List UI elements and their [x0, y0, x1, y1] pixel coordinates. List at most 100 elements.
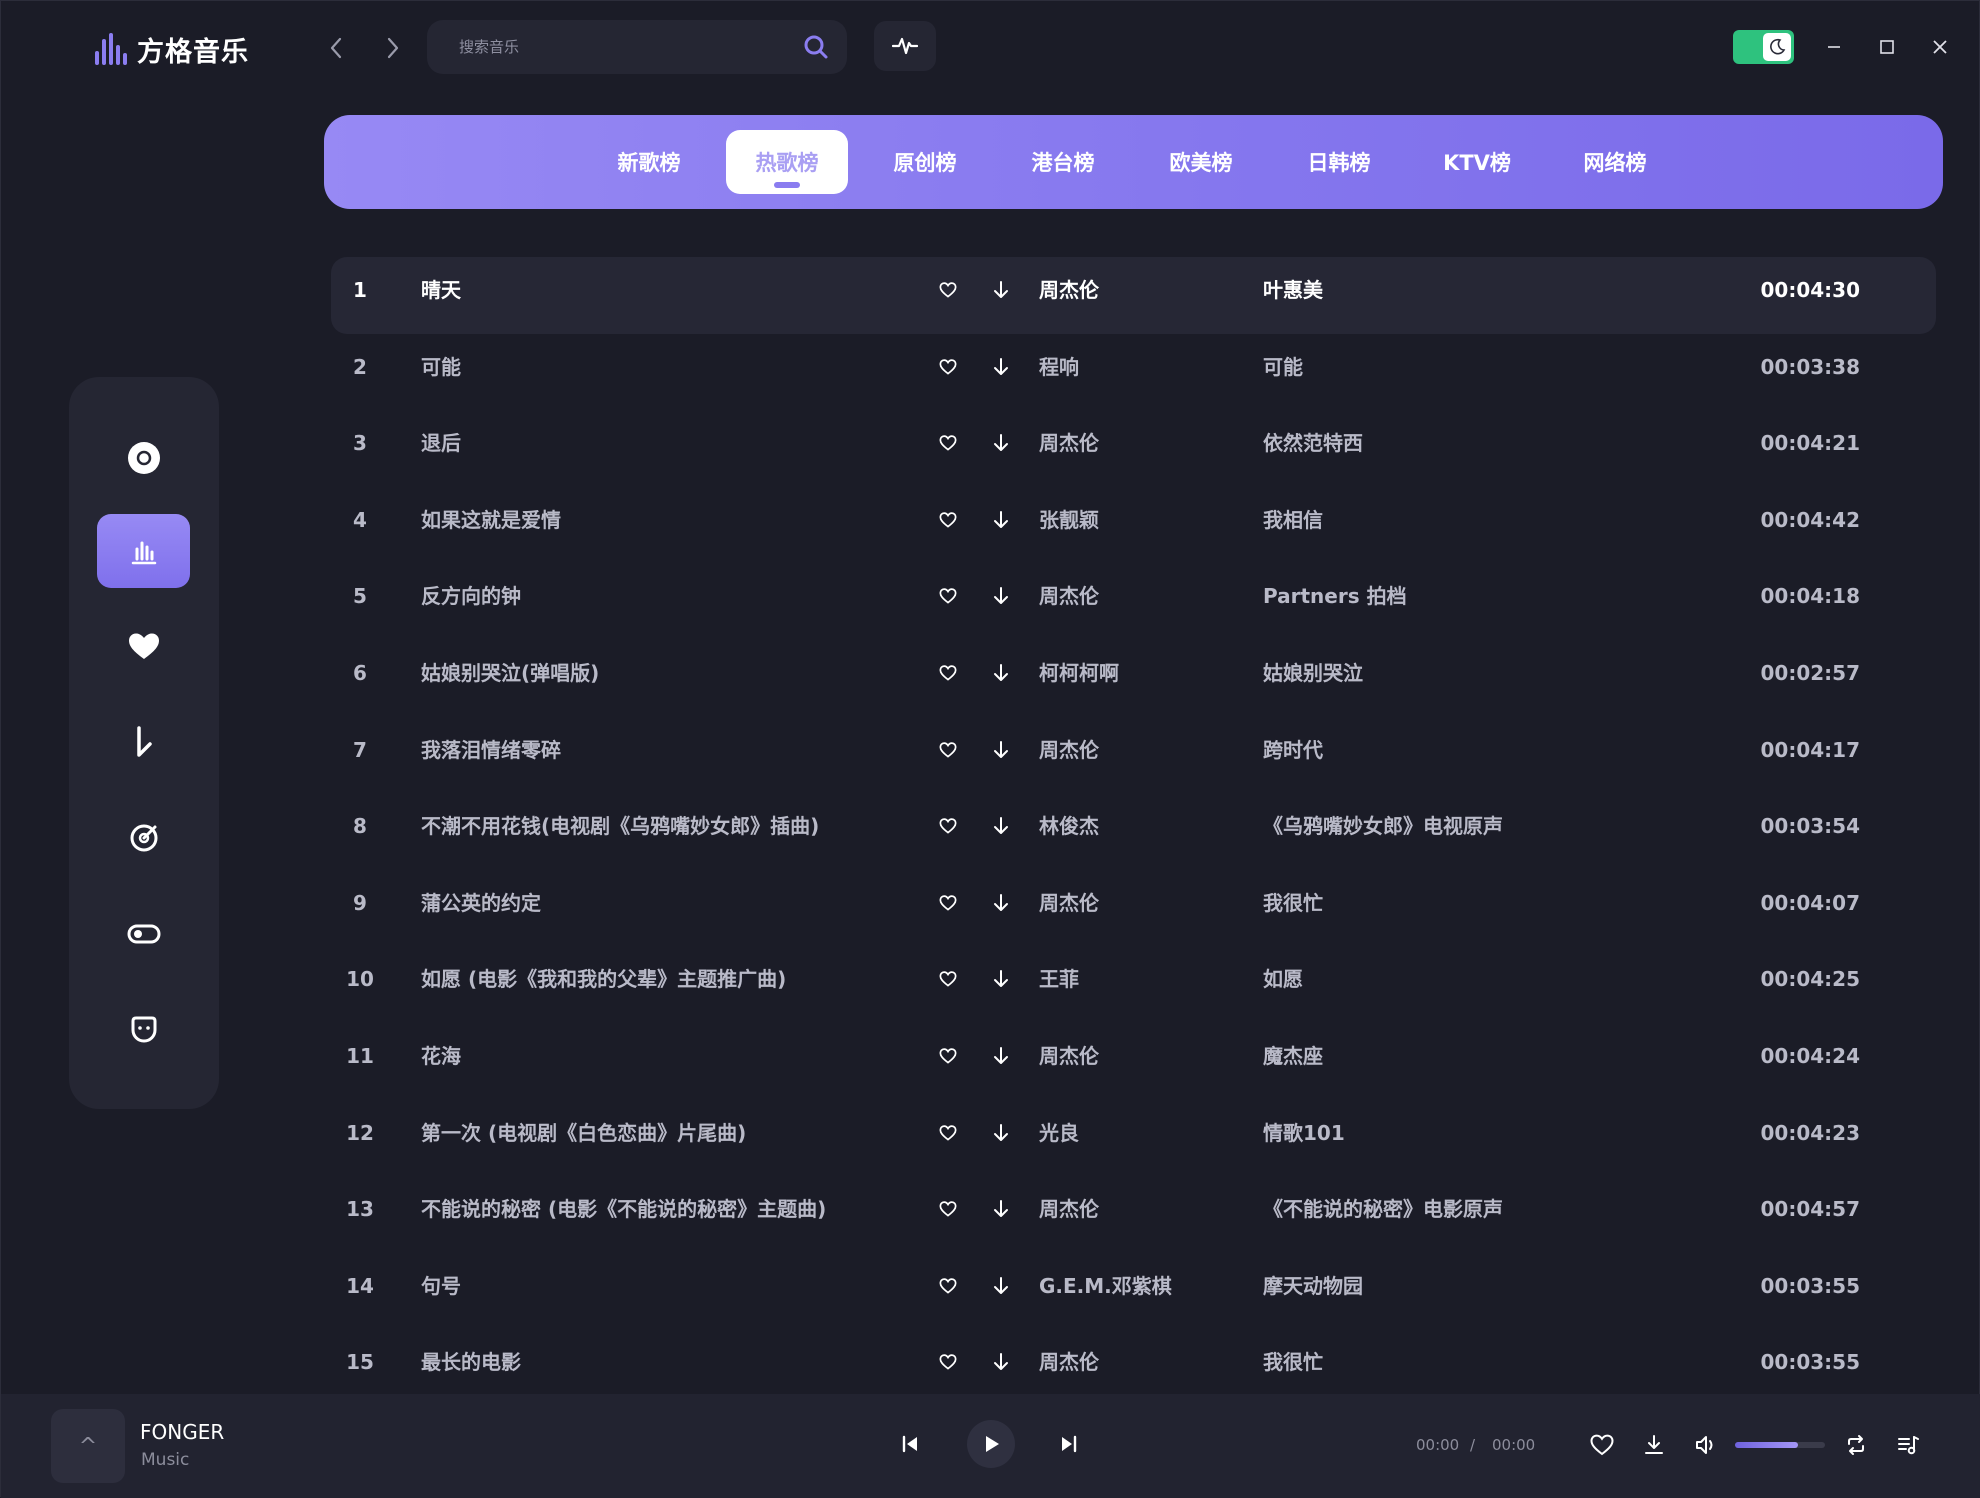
- app-logo[interactable]: 方格音乐: [95, 29, 249, 69]
- song-title[interactable]: 反方向的钟: [421, 563, 521, 629]
- song-title[interactable]: 不潮不用花钱(电视剧《乌鸦嘴妙女郎》插曲): [421, 793, 819, 859]
- like-button[interactable]: [933, 717, 963, 783]
- song-title[interactable]: 姑娘别哭泣(弹唱版): [421, 640, 599, 706]
- download-button[interactable]: [986, 793, 1016, 859]
- sidebar-item-about[interactable]: [97, 993, 190, 1067]
- download-button[interactable]: [986, 257, 1016, 323]
- song-artist[interactable]: G.E.M.邓紫棋: [1039, 1253, 1172, 1319]
- download-button[interactable]: [986, 334, 1016, 400]
- song-row[interactable]: 1 晴天 周杰伦 叶惠美 00:04:30: [331, 257, 1936, 334]
- sidebar-item-radar[interactable]: [97, 801, 190, 875]
- song-title[interactable]: 花海: [421, 1023, 461, 1089]
- song-album[interactable]: 情歌101: [1263, 1100, 1345, 1166]
- song-album[interactable]: 我相信: [1263, 487, 1323, 553]
- song-album[interactable]: 依然范特西: [1263, 410, 1363, 476]
- song-artist[interactable]: 程响: [1039, 334, 1079, 400]
- song-row[interactable]: 14 句号 G.E.M.邓紫棋 摩天动物园 00:03:55: [331, 1253, 1936, 1330]
- like-current-button[interactable]: [1587, 1430, 1617, 1460]
- playlist-button[interactable]: [1894, 1430, 1924, 1460]
- song-row[interactable]: 3 退后 周杰伦 依然范特西 00:04:21: [331, 410, 1936, 487]
- song-title[interactable]: 我落泪情绪零碎: [421, 717, 561, 783]
- song-artist[interactable]: 林俊杰: [1039, 793, 1099, 859]
- song-title[interactable]: 不能说的秘密 (电影《不能说的秘密》主题曲): [421, 1176, 826, 1242]
- song-row[interactable]: 4 如果这就是爱情 张靓颖 我相信 00:04:42: [331, 487, 1936, 564]
- song-title[interactable]: 如愿 (电影《我和我的父辈》主题推广曲): [421, 946, 786, 1012]
- download-button[interactable]: [986, 487, 1016, 553]
- like-button[interactable]: [933, 1176, 963, 1242]
- song-album[interactable]: Partners 拍档: [1263, 563, 1407, 629]
- song-artist[interactable]: 王菲: [1039, 946, 1079, 1012]
- theme-toggle[interactable]: [1733, 30, 1794, 64]
- song-album[interactable]: 我很忙: [1263, 870, 1323, 936]
- song-album[interactable]: 可能: [1263, 334, 1303, 400]
- forward-button[interactable]: [378, 31, 408, 65]
- download-button[interactable]: [986, 410, 1016, 476]
- song-title[interactable]: 如果这就是爱情: [421, 487, 561, 553]
- song-artist[interactable]: 柯柯柯啊: [1039, 640, 1119, 706]
- song-row[interactable]: 10 如愿 (电影《我和我的父辈》主题推广曲) 王菲 如愿 00:04:25: [331, 946, 1936, 1023]
- song-album[interactable]: 《不能说的秘密》电影原声: [1263, 1176, 1503, 1242]
- song-title[interactable]: 可能: [421, 334, 461, 400]
- song-album[interactable]: 叶惠美: [1263, 257, 1323, 323]
- tab-hk-tw[interactable]: 港台榜: [1002, 130, 1124, 194]
- song-album[interactable]: 魔杰座: [1263, 1023, 1323, 1089]
- sidebar-item-charts[interactable]: [97, 514, 190, 588]
- song-album[interactable]: 跨时代: [1263, 717, 1323, 783]
- download-button[interactable]: [986, 563, 1016, 629]
- download-button[interactable]: [986, 1329, 1016, 1395]
- download-current-button[interactable]: [1639, 1430, 1669, 1460]
- song-title[interactable]: 第一次 (电视剧《白色恋曲》片尾曲): [421, 1100, 746, 1166]
- previous-button[interactable]: [896, 1430, 924, 1458]
- song-artist[interactable]: 周杰伦: [1039, 870, 1099, 936]
- tab-western[interactable]: 欧美榜: [1140, 130, 1262, 194]
- search-icon[interactable]: [803, 34, 829, 60]
- maximize-button[interactable]: [1867, 27, 1907, 67]
- like-button[interactable]: [933, 793, 963, 859]
- song-album[interactable]: 《乌鸦嘴妙女郎》电视原声: [1263, 793, 1503, 859]
- song-title[interactable]: 蒲公英的约定: [421, 870, 541, 936]
- tab-original[interactable]: 原创榜: [864, 130, 986, 194]
- download-button[interactable]: [986, 1100, 1016, 1166]
- minimize-button[interactable]: [1814, 27, 1854, 67]
- like-button[interactable]: [933, 410, 963, 476]
- song-row[interactable]: 11 花海 周杰伦 魔杰座 00:04:24: [331, 1023, 1936, 1100]
- close-button[interactable]: [1920, 27, 1960, 67]
- like-button[interactable]: [933, 257, 963, 323]
- song-row[interactable]: 9 蒲公英的约定 周杰伦 我很忙 00:04:07: [331, 870, 1936, 947]
- download-button[interactable]: [986, 946, 1016, 1012]
- tab-jp-kr[interactable]: 日韩榜: [1278, 130, 1400, 194]
- back-button[interactable]: [321, 31, 351, 65]
- song-title[interactable]: 退后: [421, 410, 461, 476]
- download-button[interactable]: [986, 1176, 1016, 1242]
- song-row[interactable]: 2 可能 程响 可能 00:03:38: [331, 334, 1936, 411]
- download-button[interactable]: [986, 717, 1016, 783]
- song-artist[interactable]: 周杰伦: [1039, 1329, 1099, 1395]
- volume-slider[interactable]: [1735, 1442, 1825, 1448]
- song-artist[interactable]: 张靓颖: [1039, 487, 1099, 553]
- song-artist[interactable]: 周杰伦: [1039, 1023, 1099, 1089]
- tab-new-songs[interactable]: 新歌榜: [588, 130, 710, 194]
- song-row[interactable]: 7 我落泪情绪零碎 周杰伦 跨时代 00:04:17: [331, 717, 1936, 794]
- song-row[interactable]: 6 姑娘别哭泣(弹唱版) 柯柯柯啊 姑娘别哭泣 00:02:57: [331, 640, 1936, 717]
- song-artist[interactable]: 光良: [1039, 1100, 1079, 1166]
- like-button[interactable]: [933, 1023, 963, 1089]
- sound-wave-button[interactable]: [874, 21, 936, 71]
- play-button[interactable]: [967, 1420, 1015, 1468]
- like-button[interactable]: [933, 1253, 963, 1319]
- repeat-button[interactable]: [1841, 1430, 1871, 1460]
- song-artist[interactable]: 周杰伦: [1039, 410, 1099, 476]
- download-button[interactable]: [986, 1253, 1016, 1319]
- download-button[interactable]: [986, 870, 1016, 936]
- next-button[interactable]: [1055, 1430, 1083, 1458]
- song-row[interactable]: 5 反方向的钟 周杰伦 Partners 拍档 00:04:18: [331, 563, 1936, 640]
- search-input[interactable]: [457, 37, 803, 57]
- like-button[interactable]: [933, 487, 963, 553]
- tab-ktv[interactable]: KTV榜: [1416, 130, 1538, 194]
- song-row[interactable]: 8 不潮不用花钱(电视剧《乌鸦嘴妙女郎》插曲) 林俊杰 《乌鸦嘴妙女郎》电视原声 00:…: [331, 793, 1936, 870]
- like-button[interactable]: [933, 563, 963, 629]
- song-album[interactable]: 如愿: [1263, 946, 1303, 1012]
- like-button[interactable]: [933, 870, 963, 936]
- download-button[interactable]: [986, 1023, 1016, 1089]
- like-button[interactable]: [933, 946, 963, 1012]
- song-artist[interactable]: 周杰伦: [1039, 563, 1099, 629]
